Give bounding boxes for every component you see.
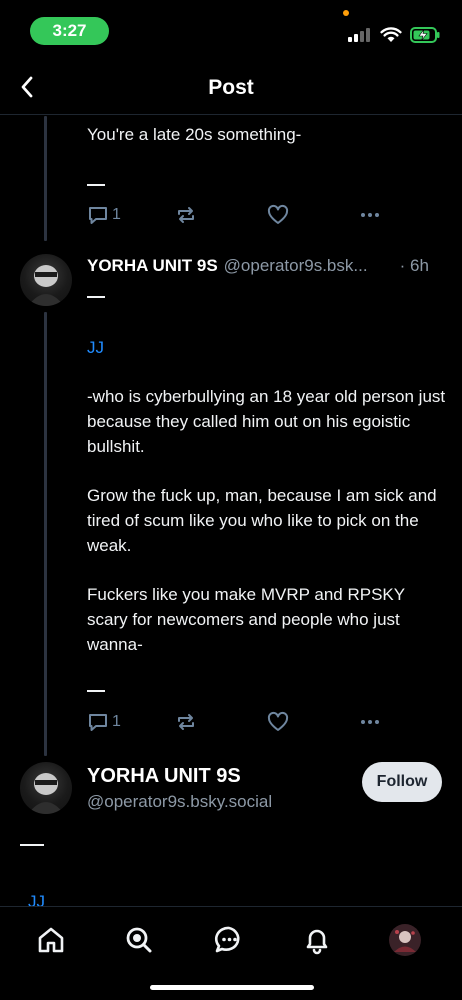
timestamp[interactable]: · 6h bbox=[400, 256, 429, 280]
parent-post-separator bbox=[87, 184, 105, 186]
parent-post-actions: 1 bbox=[87, 204, 387, 228]
reply-post-actions: 1 bbox=[87, 711, 387, 735]
handle[interactable]: @operator9s.bsk... bbox=[224, 256, 394, 280]
avatar[interactable] bbox=[20, 254, 72, 306]
search-icon bbox=[126, 927, 152, 953]
thread-line bbox=[44, 312, 47, 756]
tab-search[interactable] bbox=[122, 923, 156, 957]
repost-button[interactable] bbox=[175, 711, 197, 733]
like-button[interactable] bbox=[267, 204, 289, 226]
repost-button[interactable] bbox=[175, 204, 197, 226]
parent-post-text: You're a late 20s something- bbox=[87, 125, 302, 144]
focused-post-separator bbox=[20, 844, 44, 846]
mention-link[interactable]: JJ bbox=[28, 892, 45, 906]
heart-icon bbox=[267, 204, 289, 224]
thread-line bbox=[44, 116, 47, 241]
reply-post-top-separator bbox=[87, 296, 105, 298]
reply-icon bbox=[89, 207, 107, 224]
profile-avatar-icon bbox=[389, 924, 421, 956]
reply-button[interactable]: 1 bbox=[87, 711, 121, 733]
status-time: 3:27 bbox=[30, 17, 109, 45]
reply-count: 1 bbox=[112, 713, 121, 730]
privacy-indicator-dot bbox=[343, 10, 349, 16]
avatar-image-icon bbox=[28, 773, 64, 814]
repost-icon bbox=[178, 714, 194, 730]
reply-paragraph: Fuckers like you make MVRP and RPSKY sca… bbox=[87, 585, 405, 654]
status-icons bbox=[348, 27, 440, 48]
status-bar: 3:27 bbox=[0, 0, 462, 60]
tab-home[interactable] bbox=[34, 923, 68, 957]
mention-link[interactable]: JJ bbox=[87, 338, 104, 357]
notifications-icon bbox=[306, 929, 328, 955]
tab-notifications[interactable] bbox=[300, 923, 334, 957]
avatar[interactable] bbox=[20, 762, 72, 814]
reply-button[interactable]: 1 bbox=[87, 204, 121, 226]
cellular-signal-icon bbox=[348, 28, 372, 47]
more-options-button[interactable] bbox=[359, 204, 381, 226]
author-display-name[interactable]: YORHA UNIT 9S bbox=[87, 765, 241, 788]
tab-profile[interactable] bbox=[388, 923, 422, 957]
post-header: YORHA UNIT 9S @operator9s.bsk... · 6h bbox=[87, 256, 447, 280]
heart-icon bbox=[267, 711, 289, 731]
battery-charging-icon bbox=[410, 27, 440, 48]
more-options-button[interactable] bbox=[359, 711, 381, 733]
home-indicator bbox=[150, 985, 314, 990]
repost-icon bbox=[178, 207, 194, 223]
wifi-icon bbox=[380, 27, 402, 48]
reply-paragraph: -who is cyberbullying an 18 year old per… bbox=[87, 387, 446, 456]
page-title: Post bbox=[208, 76, 254, 99]
more-horizontal-icon bbox=[361, 213, 379, 217]
display-name[interactable]: YORHA UNIT 9S bbox=[87, 256, 218, 280]
tab-chat[interactable] bbox=[212, 923, 246, 957]
reply-post-bottom-separator bbox=[87, 690, 105, 692]
more-horizontal-icon bbox=[361, 720, 379, 724]
follow-button[interactable]: Follow bbox=[362, 762, 442, 802]
reply-post-text: JJ -who is cyberbullying an 18 year old … bbox=[87, 335, 447, 657]
avatar-image-icon bbox=[28, 265, 64, 306]
chat-icon bbox=[214, 926, 240, 953]
home-icon bbox=[38, 927, 64, 953]
like-button[interactable] bbox=[267, 711, 289, 733]
author-handle[interactable]: @operator9s.bsky.social bbox=[87, 792, 272, 812]
reply-paragraph: Grow the fuck up, man, because I am sick… bbox=[87, 486, 437, 555]
reply-icon bbox=[89, 714, 107, 731]
reply-count: 1 bbox=[112, 206, 121, 223]
header: Post bbox=[0, 60, 462, 115]
